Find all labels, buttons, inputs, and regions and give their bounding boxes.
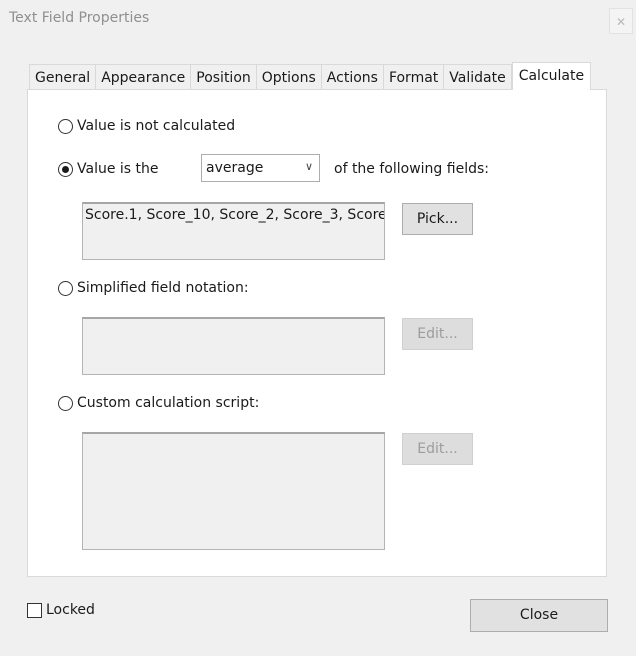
tab-options[interactable]: Options (256, 64, 322, 90)
tab-actions[interactable]: Actions (321, 64, 384, 90)
tab-strip: General Appearance Position Options Acti… (29, 62, 592, 90)
tab-format[interactable]: Format (383, 64, 445, 90)
simplified-notation-input[interactable] (82, 317, 385, 375)
fields-list-input[interactable]: Score.1, Score_10, Score_2, Score_3, Sco… (82, 202, 385, 260)
not-calculated-label: Value is not calculated (77, 118, 236, 134)
locked-label: Locked (46, 602, 95, 618)
tab-calculate[interactable]: Calculate (511, 62, 592, 90)
not-calculated-option[interactable]: Value is not calculated (58, 118, 235, 134)
close-button[interactable]: Close (470, 599, 608, 632)
custom-script-label: Custom calculation script: (77, 395, 260, 411)
pick-button[interactable]: Pick... (402, 203, 473, 235)
simplified-notation-label: Simplified field notation: (77, 280, 249, 296)
custom-script-option[interactable]: Custom calculation script: (58, 395, 259, 411)
value-is-the-radio[interactable] (58, 161, 73, 177)
following-fields-label: of the following fields: (334, 161, 489, 177)
calculation-function-select[interactable]: average ∨ (201, 154, 320, 182)
locked-option[interactable]: Locked (27, 602, 95, 618)
tab-appearance[interactable]: Appearance (96, 64, 192, 90)
calculation-function-value: average (206, 160, 264, 176)
tab-validate[interactable]: Validate (444, 64, 512, 90)
value-is-the-label: Value is the (77, 161, 159, 177)
window-close-icon[interactable]: ✕ (609, 8, 633, 34)
simplified-edit-button[interactable]: Edit... (402, 318, 473, 350)
fields-list-value: Score.1, Score_10, Score_2, Score_3, Sco… (85, 207, 384, 223)
custom-edit-button[interactable]: Edit... (402, 433, 473, 465)
simplified-notation-radio[interactable] (58, 280, 73, 296)
custom-script-radio[interactable] (58, 395, 73, 411)
custom-script-input[interactable] (82, 432, 385, 550)
window-title: Text Field Properties (9, 10, 150, 26)
simplified-notation-option[interactable]: Simplified field notation: (58, 280, 249, 296)
title-bar: Text Field Properties ✕ (0, 0, 636, 38)
chevron-down-icon: ∨ (304, 160, 313, 173)
not-calculated-radio[interactable] (58, 118, 73, 134)
calculate-panel: Value is not calculated Value is the ave… (27, 89, 607, 577)
tab-position[interactable]: Position (191, 64, 257, 90)
tab-general[interactable]: General (29, 64, 97, 90)
locked-checkbox[interactable] (27, 602, 42, 618)
value-is-the-option[interactable]: Value is the (58, 161, 159, 177)
